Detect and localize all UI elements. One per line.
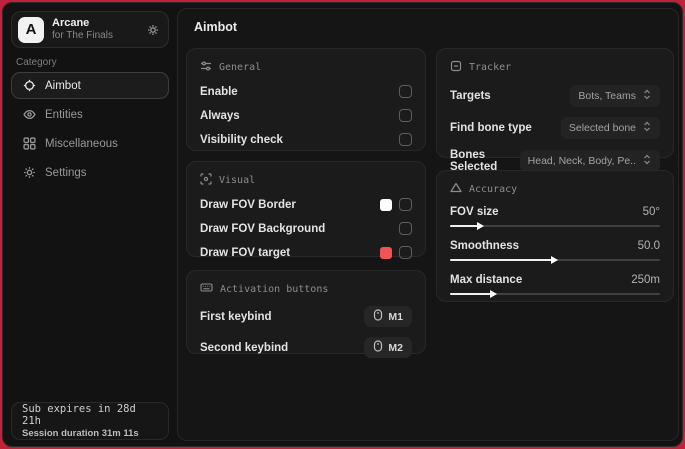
main-panel: Aimbot General Enable Always Visibility … xyxy=(177,8,679,441)
chevrons-up-down-icon xyxy=(642,89,652,103)
gear-icon xyxy=(23,166,36,179)
sidebar-item-label: Miscellaneous xyxy=(45,137,118,150)
grid-icon xyxy=(23,137,36,150)
square-minus-icon xyxy=(450,60,462,75)
setting-row-max-distance: Max distance 250m xyxy=(450,274,660,298)
find-bone-type-dropdown[interactable]: Selected bone xyxy=(560,117,660,139)
card-title: General xyxy=(219,62,262,73)
sidebar-item-label: Settings xyxy=(45,166,87,179)
fov-target-color-swatch[interactable] xyxy=(380,246,392,259)
card-title: Activation buttons xyxy=(220,283,329,295)
fov-size-slider[interactable] xyxy=(450,222,660,230)
smoothness-slider[interactable] xyxy=(450,256,660,264)
always-checkbox[interactable] xyxy=(399,109,412,122)
slider-thumb[interactable] xyxy=(477,222,485,230)
sidebar-item-settings[interactable]: Settings xyxy=(11,159,169,186)
mouse-icon xyxy=(373,340,383,355)
setting-row-targets: Targets Bots, Teams xyxy=(450,85,660,107)
fov-target-checkbox[interactable] xyxy=(399,246,412,259)
accuracy-card: Accuracy FOV size 50° Smoothness 50.0 Ma… xyxy=(436,170,674,302)
sidebar-item-entities[interactable]: Entities xyxy=(11,101,169,128)
gear-icon[interactable] xyxy=(147,24,159,36)
app-window: A Arcane for The Finals Category Aimbot … xyxy=(2,2,683,447)
activation-card: Activation buttons First keybind M1 Seco… xyxy=(186,270,426,358)
sliders-icon xyxy=(200,60,212,75)
sub-expiry-text: Sub expires in 28d 21h xyxy=(22,403,136,427)
session-duration-text: Session duration 31m 11s xyxy=(22,428,139,439)
sidebar: A Arcane for The Finals Category Aimbot … xyxy=(3,3,177,446)
setting-row-fov-size: FOV size 50° xyxy=(450,206,660,230)
setting-row-always: Always xyxy=(200,108,412,123)
mouse-icon xyxy=(373,309,383,324)
card-title: Visual xyxy=(219,175,256,186)
sidebar-item-aimbot[interactable]: Aimbot xyxy=(11,72,169,99)
enable-checkbox[interactable] xyxy=(399,85,412,98)
visual-card: Visual Draw FOV Border Draw FOV Backgrou… xyxy=(186,161,426,260)
crosshair-icon xyxy=(23,79,36,92)
sidebar-item-label: Entities xyxy=(45,108,83,121)
sidebar-item-label: Aimbot xyxy=(45,79,81,92)
smoothness-value: 50.0 xyxy=(637,240,660,252)
subscription-card: Sub expires in 28d 21h Session duration … xyxy=(11,402,169,440)
second-keybind-button[interactable]: M2 xyxy=(364,337,412,358)
setting-row-fov-target: Draw FOV target xyxy=(200,245,412,260)
card-title: Accuracy xyxy=(469,183,518,195)
slider-thumb[interactable] xyxy=(550,256,558,264)
sidebar-item-miscellaneous[interactable]: Miscellaneous xyxy=(11,130,169,157)
max-distance-value: 250m xyxy=(631,274,660,286)
category-label: Category xyxy=(16,57,57,68)
general-card: General Enable Always Visibility check xyxy=(186,48,426,151)
targets-dropdown[interactable]: Bots, Teams xyxy=(570,85,660,107)
chevrons-up-down-icon xyxy=(642,154,652,168)
sidebar-nav: Aimbot Entities Miscellaneous Settings xyxy=(11,72,169,188)
setting-row-first-keybind: First keybind M1 xyxy=(200,306,412,327)
keyboard-icon xyxy=(200,282,213,296)
first-keybind-button[interactable]: M1 xyxy=(364,306,412,327)
app-subtitle: for The Finals xyxy=(52,30,113,42)
app-name: Arcane xyxy=(52,17,90,30)
setting-row-second-keybind: Second keybind M2 xyxy=(200,337,412,358)
fov-border-checkbox[interactable] xyxy=(399,198,412,211)
setting-row-find-bone-type: Find bone type Selected bone xyxy=(450,117,660,139)
fov-background-checkbox[interactable] xyxy=(399,222,412,235)
visibility-check-checkbox[interactable] xyxy=(399,133,412,146)
brand-card: A Arcane for The Finals xyxy=(11,11,169,48)
fov-border-color-swatch[interactable] xyxy=(380,198,392,211)
eye-icon xyxy=(23,108,36,121)
fov-size-value: 50° xyxy=(642,206,660,218)
setting-row-enable: Enable xyxy=(200,84,412,99)
setting-row-fov-background: Draw FOV Background xyxy=(200,221,412,236)
scan-eye-icon xyxy=(200,173,212,188)
setting-row-fov-border: Draw FOV Border xyxy=(200,197,412,212)
page-title: Aimbot xyxy=(194,20,238,34)
triangle-icon xyxy=(450,182,462,196)
slider-thumb[interactable] xyxy=(490,290,497,298)
app-logo: A xyxy=(18,16,44,43)
max-distance-slider[interactable] xyxy=(450,290,660,298)
card-title: Tracker xyxy=(469,62,512,73)
tracker-card: Tracker Targets Bots, Teams Find bone ty… xyxy=(436,48,674,173)
setting-row-smoothness: Smoothness 50.0 xyxy=(450,240,660,264)
chevrons-up-down-icon xyxy=(642,121,652,135)
setting-row-visibility-check: Visibility check xyxy=(200,132,412,147)
bones-selected-dropdown[interactable]: Head, Neck, Body, Pe.. xyxy=(519,150,660,172)
